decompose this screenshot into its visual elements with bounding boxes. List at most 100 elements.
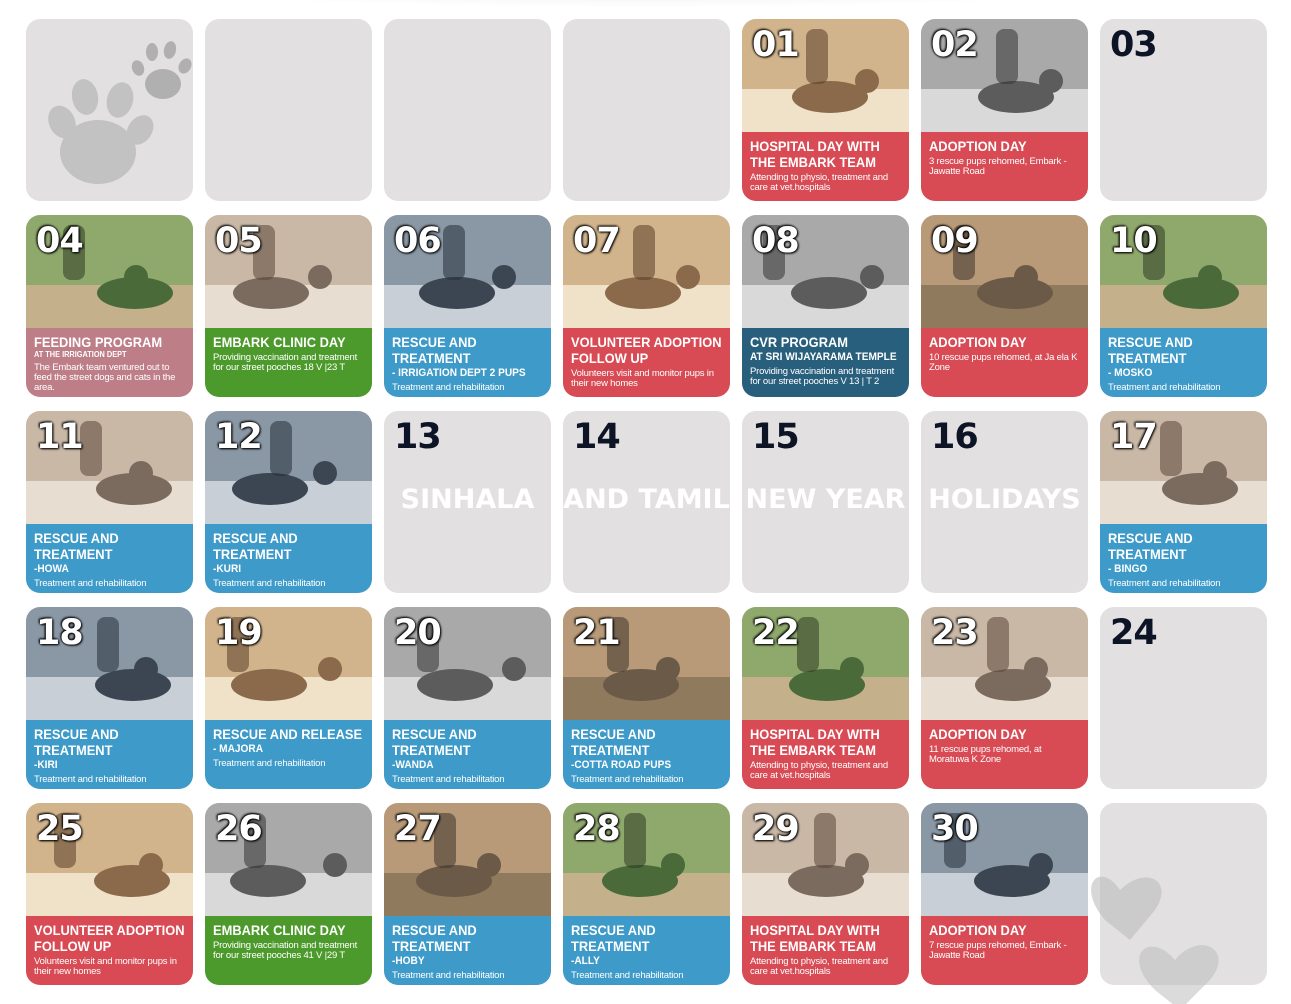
- holiday-label: AND TAMIL: [563, 484, 730, 515]
- event-subtitle: - Mosko: [1108, 367, 1153, 379]
- event-panel: Adoption Day 11 rescue pups rehomed, at M…: [921, 720, 1088, 789]
- day-number: 17: [1110, 417, 1158, 457]
- day-number: 28: [573, 809, 621, 849]
- day-number: 03: [1110, 25, 1158, 65]
- day-cell-15: 15 NEW YEAR: [742, 411, 909, 593]
- empty-day-cell: [384, 19, 551, 201]
- day-cell-25: 25 Volunteer Adoption Follow Up Volunteers…: [26, 803, 193, 985]
- event-panel: Adoption Day 7 rescue pups rehomed, Embar…: [921, 916, 1088, 985]
- event-title: Adoption Day: [929, 726, 1027, 742]
- event-description: Treatment and rehabilitation: [392, 382, 505, 393]
- event-title: Embark Clinic Day: [213, 922, 346, 938]
- day-cell-22: 22 Hospital Day with the Embark Team Atten…: [742, 607, 909, 789]
- day-cell-17: 17 Rescue and Treatment - Bingo Treatment a…: [1100, 411, 1267, 593]
- event-title: Hospital Day with the Embark Team: [750, 922, 880, 954]
- event-title: Rescue and Treatment: [392, 334, 477, 366]
- day-number: 16: [931, 417, 979, 457]
- day-cell-08: 08 CVR Program At Sri Wijayarama Temple Pro…: [742, 215, 909, 397]
- event-description: 10 rescue pups rehomed, at Ja ela K Zone: [929, 352, 1078, 373]
- day-cell-16: 16 HOLIDAYS: [921, 411, 1088, 593]
- day-number: 07: [573, 221, 621, 261]
- event-description: Treatment and rehabilitation: [213, 578, 326, 589]
- day-cell-07: 07 Volunteer Adoption Follow Up Volunteers…: [563, 215, 730, 397]
- day-number: 04: [36, 221, 84, 261]
- day-number: 06: [394, 221, 442, 261]
- event-panel: Rescue and Treatment - Bingo Treatment and…: [1100, 524, 1267, 593]
- day-cell-12: 12 Rescue and Treatment -Kuri Treatment and…: [205, 411, 372, 593]
- event-title: CVR Program: [750, 334, 849, 350]
- event-description: Treatment and rehabilitation: [392, 970, 505, 981]
- event-description: Treatment and rehabilitation: [1108, 382, 1221, 393]
- event-panel: Rescue and Treatment -Kuri Treatment and r…: [205, 524, 372, 593]
- day-number: 20: [394, 613, 442, 653]
- day-number: 12: [215, 417, 263, 457]
- day-cell-30: 30 Adoption Day 7 rescue pups rehomed, Emb…: [921, 803, 1088, 985]
- event-subtitle: At the Irrigation Dept: [34, 350, 127, 359]
- event-panel: Hospital Day with the Embark Team Attendi…: [742, 720, 909, 789]
- day-number: 05: [215, 221, 263, 261]
- holiday-label: HOLIDAYS: [928, 484, 1081, 515]
- event-panel: Rescue and Treatment - Irrigation Dept 2 …: [384, 328, 551, 397]
- day-number: 19: [215, 613, 263, 653]
- day-cell-20: 20 Rescue and Treatment -Wanda Treatment an…: [384, 607, 551, 789]
- event-subtitle: -Cotta Road Pups: [571, 759, 672, 771]
- day-cell-05: 05 Embark Clinic Day Providing vaccination…: [205, 215, 372, 397]
- event-description: Providing vaccination and treatment for …: [750, 366, 895, 387]
- event-panel: Adoption Day 3 rescue pups rehomed, Embar…: [921, 132, 1088, 201]
- event-title: Rescue and Treatment: [1108, 334, 1193, 366]
- event-panel: Rescue and Treatment - Mosko Treatment and…: [1100, 328, 1267, 397]
- day-cell-28: 28 Rescue and Treatment -Ally Treatment and…: [563, 803, 730, 985]
- event-description: Treatment and rehabilitation: [34, 578, 147, 589]
- event-description: 11 rescue pups rehomed, at Moratuwa K Zo…: [929, 744, 1042, 765]
- event-title: Feeding Program: [34, 334, 163, 350]
- event-description: Attending to physio, treatment and care …: [750, 760, 888, 781]
- event-title: Embark Clinic Day: [213, 334, 346, 350]
- event-panel: Feeding Program At the Irrigation Dept The…: [26, 328, 193, 397]
- event-panel: Rescue and Treatment -Ally Treatment and r…: [563, 916, 730, 985]
- event-panel: Rescue and Treatment -Howa Treatment and r…: [26, 524, 193, 593]
- day-number: 09: [931, 221, 979, 261]
- day-number: 23: [931, 613, 979, 653]
- event-panel: Rescue and Treatment -Kiri Treatment and r…: [26, 720, 193, 789]
- event-title: Rescue and Treatment: [392, 726, 477, 758]
- holiday-label: NEW YEAR: [745, 484, 906, 515]
- day-cell-11: 11 Rescue and Treatment -Howa Treatment and…: [26, 411, 193, 593]
- event-title: Rescue and Treatment: [392, 922, 477, 954]
- event-panel: Embark Clinic Day Providing vaccination a…: [205, 328, 372, 397]
- empty-day-cell: [563, 19, 730, 201]
- event-subtitle: -Howa: [34, 563, 69, 575]
- event-description: Treatment and rehabilitation: [571, 970, 684, 981]
- event-title: Rescue and Treatment: [213, 530, 298, 562]
- event-title: Hospital Day with the Embark Team: [750, 138, 880, 170]
- event-description: Treatment and rehabilitation: [34, 774, 147, 785]
- event-panel: CVR Program At Sri Wijayarama Temple Provi…: [742, 328, 909, 397]
- event-panel: Volunteer Adoption Follow Up Volunteers v…: [563, 328, 730, 397]
- day-number: 08: [752, 221, 800, 261]
- event-title: Hospital Day with the Embark Team: [750, 726, 880, 758]
- event-subtitle: -Wanda: [392, 759, 434, 771]
- event-description: Treatment and rehabilitation: [571, 774, 684, 785]
- event-description: Providing vaccination and treatment for …: [213, 940, 358, 961]
- day-number: 21: [573, 613, 621, 653]
- event-description: Volunteers visit and monitor pups in the…: [34, 956, 177, 977]
- paw-print-icon: [48, 41, 192, 184]
- event-title: Volunteer Adoption Follow Up: [34, 922, 185, 954]
- event-title: Adoption Day: [929, 138, 1027, 154]
- event-description: Treatment and rehabilitation: [213, 758, 326, 769]
- day-cell-14: 14 AND TAMIL: [563, 411, 730, 593]
- event-description: Providing vaccination and treatment for …: [213, 352, 358, 373]
- event-title: Volunteer Adoption Follow Up: [571, 334, 722, 366]
- event-subtitle: - Irrigation Dept 2 Pups: [392, 367, 526, 379]
- day-cell-18: 18 Rescue and Treatment -Kiri Treatment and…: [26, 607, 193, 789]
- day-number: 02: [931, 25, 979, 65]
- event-panel: Rescue and Treatment -Cotta Road Pups Trea…: [563, 720, 730, 789]
- day-number: 30: [931, 809, 979, 849]
- day-cell-13: 13 SINHALA: [384, 411, 551, 593]
- event-subtitle: -Kiri: [34, 759, 58, 771]
- day-cell-29: 29 Hospital Day with the Embark Team Atten…: [742, 803, 909, 985]
- day-number: 01: [752, 25, 800, 65]
- day-cell-06: 06 Rescue and Treatment - Irrigation Dept …: [384, 215, 551, 397]
- event-title: Rescue and Treatment: [34, 726, 119, 758]
- day-cell-03: 03: [1100, 19, 1267, 201]
- event-title: Rescue and Release: [213, 726, 363, 742]
